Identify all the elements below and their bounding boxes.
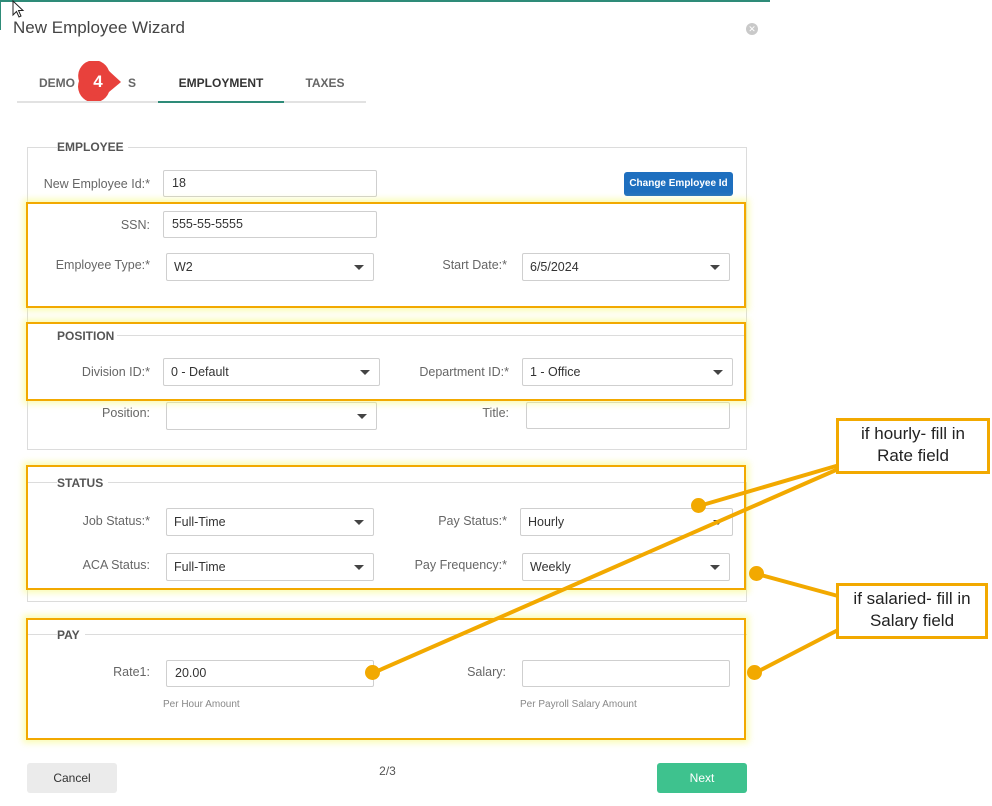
close-icon[interactable]: ✕ — [746, 23, 758, 35]
cancel-button[interactable]: Cancel — [27, 763, 117, 793]
dialog-title: New Employee Wizard — [13, 18, 185, 37]
connector-dot-pay-status — [691, 498, 706, 513]
change-employee-id-button[interactable]: Change Employee Id — [624, 172, 733, 196]
highlight-position — [26, 322, 746, 401]
connector-dot-rate — [365, 665, 380, 680]
salaried-callout-line1: if salaried- fill in — [853, 589, 971, 608]
window-left-border — [0, 0, 1, 30]
employee-section-title: EMPLOYEE — [57, 140, 128, 154]
page-indicator: 2/3 — [379, 764, 396, 778]
window-top-border — [0, 0, 770, 2]
tab-demographics-label-end: S — [128, 76, 137, 90]
mouse-cursor-icon — [12, 0, 25, 18]
position-select[interactable] — [166, 402, 377, 430]
new-employee-id-field[interactable]: 18 — [163, 170, 377, 197]
new-employee-id-label: New Employee Id:* — [43, 177, 150, 191]
connector-dot-frequency — [749, 566, 764, 581]
tab-taxes[interactable]: TAXES — [284, 66, 366, 103]
next-button[interactable]: Next — [657, 763, 747, 793]
hourly-callout-line1: if hourly- fill in — [861, 424, 965, 443]
title-field[interactable] — [526, 402, 730, 429]
step-badge-number: 4 — [93, 72, 103, 91]
connector-dot-salary — [747, 665, 762, 680]
highlight-status — [26, 465, 746, 590]
hourly-callout-line2: Rate field — [877, 446, 949, 465]
tab-demographics-label-start: DEMO — [39, 76, 75, 90]
hourly-callout: if hourly- fill in Rate field — [836, 418, 990, 474]
salaried-callout: if salaried- fill in Salary field — [836, 583, 988, 639]
wizard-tabs: DEMO S EMPLOYMENT TAXES — [17, 66, 366, 103]
title-label: Title: — [482, 406, 509, 420]
step-badge: 4 — [78, 61, 121, 101]
highlight-ssn-type — [26, 202, 746, 308]
highlight-pay — [26, 618, 746, 740]
tab-employment[interactable]: EMPLOYMENT — [158, 66, 284, 103]
chevron-down-icon — [357, 414, 367, 419]
salaried-callout-line2: Salary field — [869, 611, 955, 630]
position-label: Position: — [102, 406, 150, 420]
